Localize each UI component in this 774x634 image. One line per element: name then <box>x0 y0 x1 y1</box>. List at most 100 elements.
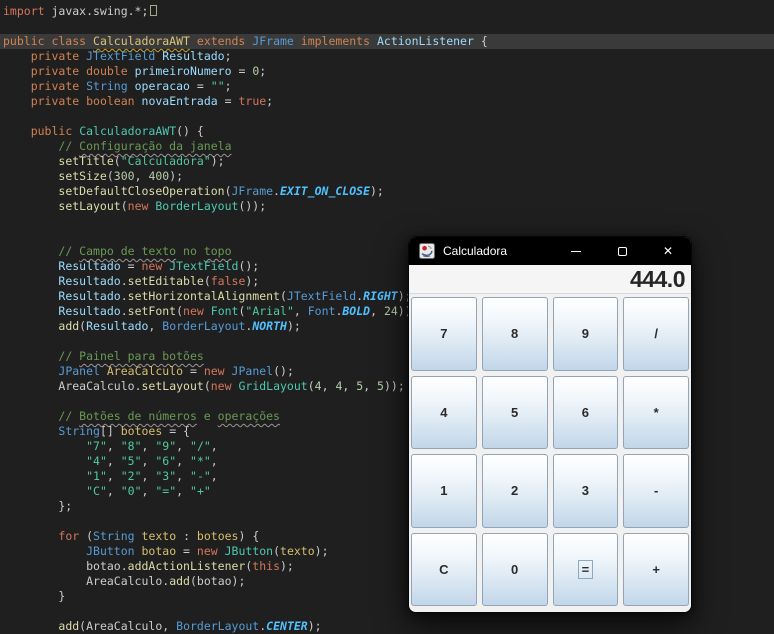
calc-button-clear[interactable]: C <box>411 533 477 607</box>
calc-button-2[interactable]: 2 <box>482 454 548 528</box>
code-line[interactable] <box>0 109 774 124</box>
calc-button-1[interactable]: 1 <box>411 454 477 528</box>
code-token: AreaCalculo <box>86 619 162 633</box>
code-token: public <box>31 124 73 138</box>
code-token: 24 <box>384 304 398 318</box>
code-token <box>3 169 58 183</box>
code-token: "4" <box>86 454 107 468</box>
code-token: ( <box>204 379 211 393</box>
minimize-icon <box>571 251 581 252</box>
code-token: Resultado <box>58 274 120 288</box>
code-token: addActionListener <box>128 559 246 573</box>
code-line[interactable]: setLayout(new BorderLayout()); <box>0 199 774 214</box>
unknown-char-box-icon <box>150 5 157 16</box>
code-token: setLayout <box>58 199 120 213</box>
code-line[interactable]: import javax.swing.*; <box>0 4 774 19</box>
code-token: , <box>107 469 121 483</box>
code-token: NORTH <box>252 319 287 333</box>
code-token: "-" <box>190 469 211 483</box>
code-line[interactable]: private JTextField Resultado; <box>0 49 774 64</box>
code-token: . <box>259 619 266 633</box>
code-line[interactable]: public CalculadoraAWT() { <box>0 124 774 139</box>
code-token <box>3 199 58 213</box>
code-token <box>3 484 86 498</box>
code-token: . <box>121 559 128 573</box>
calc-button-7[interactable]: 7 <box>411 297 477 371</box>
code-line[interactable] <box>0 19 774 34</box>
calc-button-3[interactable]: 3 <box>553 454 619 528</box>
calc-button-multiply[interactable]: * <box>623 376 689 450</box>
code-token: = <box>190 79 211 93</box>
code-token: (); <box>238 259 259 273</box>
code-line[interactable]: setTitle("Calculadora"); <box>0 154 774 169</box>
calc-button-equals[interactable]: = <box>553 533 619 607</box>
calc-button-9[interactable]: 9 <box>553 297 619 371</box>
code-token: = <box>183 364 204 378</box>
code-token <box>3 559 86 573</box>
code-token <box>3 94 31 108</box>
code-line[interactable]: setSize(300, 400); <box>0 169 774 184</box>
code-token: botao <box>142 544 177 558</box>
code-token: , <box>176 484 190 498</box>
code-token <box>294 34 301 48</box>
code-token: [] <box>100 424 121 438</box>
code-token: ); <box>308 619 322 633</box>
minimize-button[interactable] <box>553 237 599 265</box>
code-line[interactable]: private boolean novaEntrada = true; <box>0 94 774 109</box>
calc-button-divide[interactable]: / <box>623 297 689 371</box>
code-token <box>135 529 142 543</box>
maximize-button[interactable] <box>599 237 645 265</box>
code-line[interactable]: // Configuração da janela <box>0 139 774 154</box>
code-token: "*" <box>190 454 211 468</box>
code-line[interactable]: private double primeiroNumero = 0; <box>0 64 774 79</box>
code-token: . <box>273 184 280 198</box>
code-token: , <box>142 454 156 468</box>
code-token: ( <box>190 574 197 588</box>
calc-button-4[interactable]: 4 <box>411 376 477 450</box>
code-token: Font <box>308 304 336 318</box>
calc-button-0[interactable]: 0 <box>482 533 548 607</box>
code-token: , <box>294 304 308 318</box>
code-token: , <box>142 469 156 483</box>
code-token: . <box>121 289 128 303</box>
calc-button-5[interactable]: 5 <box>482 376 548 450</box>
code-token: operacao <box>135 79 190 93</box>
code-token: ); <box>280 559 294 573</box>
code-token: BorderLayout <box>176 619 259 633</box>
code-token: private <box>31 49 79 63</box>
close-button[interactable]: ✕ <box>645 237 691 265</box>
code-line[interactable]: add(AreaCalculo, BorderLayout.CENTER); <box>0 619 774 634</box>
calc-button-8[interactable]: 8 <box>482 297 548 371</box>
code-token: "8" <box>121 439 142 453</box>
calc-button-6[interactable]: 6 <box>553 376 619 450</box>
code-token: ( <box>79 529 93 543</box>
code-token: ( <box>308 379 315 393</box>
code-line[interactable]: setDefaultCloseOperation(JFrame.EXIT_ON_… <box>0 184 774 199</box>
code-token: "=" <box>155 484 176 498</box>
code-token: javax.swing.*; <box>45 4 149 18</box>
code-token <box>3 244 58 258</box>
code-token: "7" <box>86 439 107 453</box>
code-token <box>3 289 58 303</box>
code-token: double <box>86 64 128 78</box>
code-line[interactable]: public class CalculadoraAWT extends JFra… <box>0 34 774 49</box>
code-token: no <box>176 244 204 258</box>
code-token <box>135 94 142 108</box>
calc-button-minus[interactable]: - <box>623 454 689 528</box>
code-token <box>3 424 58 438</box>
code-token: } <box>3 589 65 603</box>
code-line[interactable] <box>0 214 774 229</box>
code-token: : <box>176 529 197 543</box>
code-line[interactable]: private String operacao = ""; <box>0 79 774 94</box>
code-token: , <box>211 454 218 468</box>
code-token: , <box>135 169 149 183</box>
code-token <box>3 379 58 393</box>
code-token: ); <box>245 274 259 288</box>
code-token: botoes <box>197 529 239 543</box>
code-token <box>3 619 58 633</box>
code-token <box>190 34 197 48</box>
code-token: JFrame <box>252 34 294 48</box>
code-token: ; <box>259 64 266 78</box>
code-token <box>3 139 58 153</box>
calc-button-plus[interactable]: + <box>623 533 689 607</box>
